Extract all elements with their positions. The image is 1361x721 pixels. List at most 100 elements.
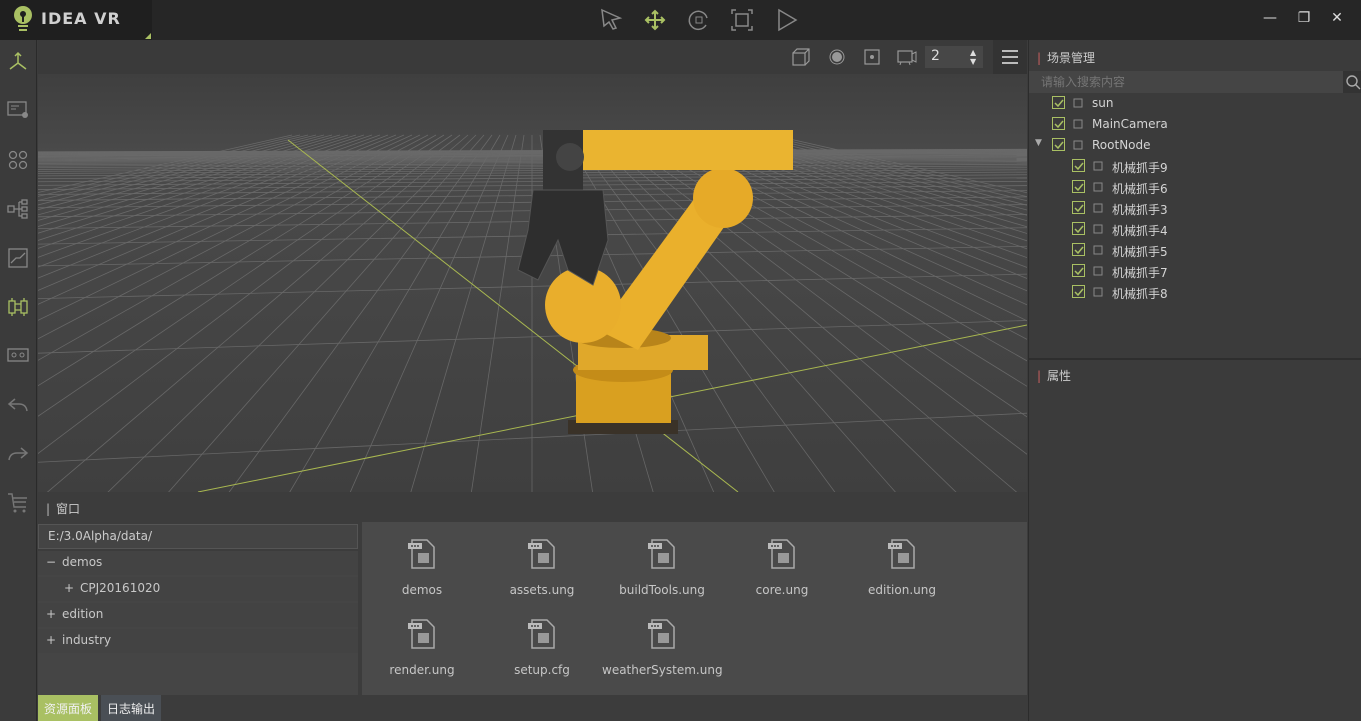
tab-assets[interactable]: 资源面板: [38, 695, 99, 721]
scene-node[interactable]: sun: [1029, 93, 1361, 114]
scene-search-input[interactable]: [1035, 71, 1335, 93]
file-item[interactable]: setup.cfg: [482, 617, 602, 697]
robot-arm-model: [517, 130, 793, 434]
left-toolbar: [0, 40, 37, 721]
path-field[interactable]: E:/3.0Alpha/data/: [38, 524, 358, 549]
folder-industry[interactable]: + industry: [38, 629, 358, 653]
file-icon: [408, 619, 435, 649]
logo: IDEA VR: [0, 0, 152, 40]
mesh-icon: [1093, 266, 1103, 276]
visibility-checkbox[interactable]: [1052, 96, 1065, 109]
file-item[interactable]: edition.ung: [842, 537, 962, 617]
scene-panel-header: | 场景管理: [1037, 51, 1096, 65]
scene-node-label: 机械抓手9: [1112, 161, 1168, 175]
file-item[interactable]: demos: [362, 537, 482, 617]
vr-glasses-icon[interactable]: [5, 342, 31, 368]
file-icon: [888, 539, 915, 569]
play-icon[interactable]: [773, 6, 801, 34]
folder-label: edition: [62, 607, 104, 621]
file-name: setup.cfg: [514, 663, 570, 677]
file-item[interactable]: assets.ung: [482, 537, 602, 617]
scene-node-label: RootNode: [1092, 138, 1151, 152]
scene-node[interactable]: 机械抓手6: [1029, 177, 1361, 198]
rotate-icon[interactable]: [685, 6, 713, 34]
file-icon: [768, 539, 795, 569]
visibility-checkbox[interactable]: [1072, 285, 1085, 298]
component-icon[interactable]: [5, 294, 31, 320]
minimize-button[interactable]: —: [1260, 10, 1280, 30]
scale-icon[interactable]: [728, 6, 756, 34]
file-name: weatherSystem.ung: [602, 663, 723, 677]
redo-icon[interactable]: [5, 441, 31, 467]
lightbulb-logo-icon: [14, 6, 32, 31]
scene-node[interactable]: MainCamera: [1029, 114, 1361, 135]
visibility-checkbox[interactable]: [1072, 201, 1085, 214]
title-bar: IDEA VR — ❐ ✕: [0, 0, 1361, 40]
folder-edition[interactable]: + edition: [38, 603, 358, 627]
visibility-checkbox[interactable]: [1072, 222, 1085, 235]
scene-node[interactable]: 机械抓手7: [1029, 261, 1361, 282]
folder-label: demos: [62, 555, 103, 569]
hamburger-menu-icon[interactable]: [993, 40, 1027, 74]
undo-icon[interactable]: [5, 392, 31, 418]
file-name: assets.ung: [509, 583, 575, 597]
file-name: core.ung: [755, 583, 809, 597]
scene-search: [1029, 71, 1361, 93]
axis-icon[interactable]: [5, 49, 31, 75]
scene-node[interactable]: 机械抓手3: [1029, 198, 1361, 219]
mesh-icon: [1093, 287, 1103, 297]
visibility-checkbox[interactable]: [1072, 180, 1085, 193]
focus-icon[interactable]: [826, 46, 848, 68]
window-panel-title: 窗口: [56, 502, 81, 516]
hierarchy-icon[interactable]: [5, 196, 31, 222]
scene-node[interactable]: ▼ RootNode: [1029, 135, 1361, 156]
folder-tree: − demos + CPJ20161020 + edition + industry: [38, 551, 358, 695]
move-icon[interactable]: [641, 6, 669, 34]
cart-icon[interactable]: [5, 490, 31, 516]
search-icon[interactable]: [1343, 71, 1361, 93]
right-panel: |场景管理 sun MainCamera ▼ RootNode 机械抓手9 机械抓手6 机械…: [1028, 40, 1361, 721]
scene-node-label: 机械抓手6: [1112, 182, 1168, 196]
expand-toggle[interactable]: +: [46, 607, 62, 621]
folder-demos[interactable]: − demos: [38, 551, 358, 575]
expand-toggle[interactable]: +: [64, 581, 80, 595]
center-point-icon[interactable]: [861, 46, 883, 68]
stepper-arrows-icon[interactable]: ▲ ▼: [970, 48, 976, 66]
cube-view-icon[interactable]: [790, 46, 812, 68]
visibility-checkbox[interactable]: [1072, 264, 1085, 277]
file-item[interactable]: buildTools.ung: [602, 537, 722, 617]
mesh-icon: [1093, 203, 1103, 213]
camera-icon[interactable]: [896, 46, 918, 68]
scene-node[interactable]: 机械抓手4: [1029, 219, 1361, 240]
properties-title: 属性: [1047, 369, 1072, 383]
scene-node[interactable]: 机械抓手5: [1029, 240, 1361, 261]
chart-icon[interactable]: [5, 245, 31, 271]
file-item[interactable]: weatherSystem.ung: [602, 617, 723, 697]
scene-node[interactable]: 机械抓手9: [1029, 156, 1361, 177]
visibility-checkbox[interactable]: [1052, 138, 1065, 151]
visibility-checkbox[interactable]: [1072, 243, 1085, 256]
tab-log-output[interactable]: 日志输出: [101, 695, 162, 721]
maximize-button[interactable]: ❐: [1294, 10, 1314, 30]
visibility-checkbox[interactable]: [1052, 117, 1065, 130]
file-item[interactable]: core.ung: [722, 537, 842, 617]
scene-node-label: 机械抓手5: [1112, 245, 1168, 259]
file-item[interactable]: render.ung: [362, 617, 482, 697]
file-grid: demos assets.ung buildTools.ung core.ung edi…: [362, 522, 1027, 695]
edit-screen-icon[interactable]: [5, 97, 31, 123]
close-button[interactable]: ✕: [1327, 10, 1347, 30]
file-name: demos: [401, 583, 443, 597]
scene-node-label: 机械抓手4: [1112, 224, 1168, 238]
visibility-checkbox[interactable]: [1072, 159, 1085, 172]
expand-arrow-icon[interactable]: ▼: [1035, 138, 1042, 148]
3d-viewport[interactable]: 2 ▲ ▼: [38, 40, 1027, 492]
select-icon[interactable]: [598, 6, 626, 34]
expand-toggle[interactable]: +: [46, 633, 62, 647]
mesh-icon: [1093, 224, 1103, 234]
grid-icon[interactable]: [5, 147, 31, 173]
scene-node[interactable]: 机械抓手8: [1029, 282, 1361, 303]
file-icon: [528, 539, 555, 569]
properties-header: | 属性: [1037, 369, 1072, 383]
collapse-toggle[interactable]: −: [46, 555, 62, 569]
folder-cpj20161020[interactable]: + CPJ20161020: [38, 577, 358, 601]
